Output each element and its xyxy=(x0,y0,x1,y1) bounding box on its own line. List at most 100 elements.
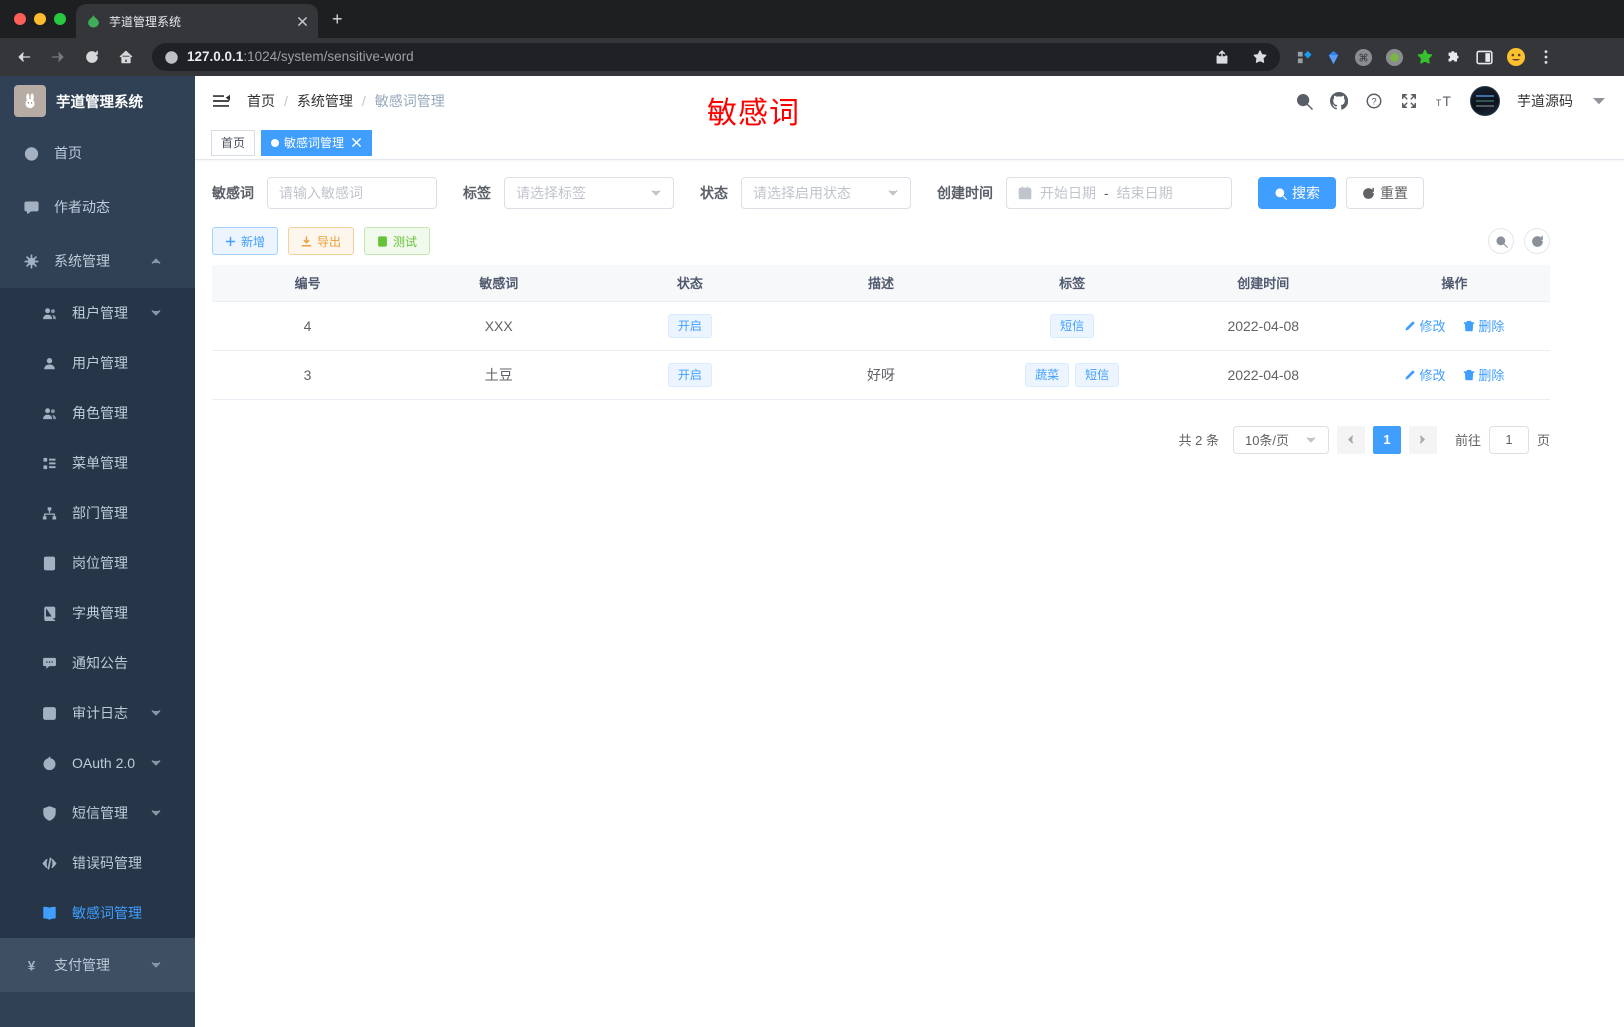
app-shell: 芋道管理系统 首页 作者动态 系统管理 租户管理 用户管理 角色管理 菜单管理 … xyxy=(0,76,1624,1027)
sidebar-item-role[interactable]: 角色管理 xyxy=(0,388,195,438)
sidebar-item-system[interactable]: 系统管理 xyxy=(0,234,195,288)
url-path: :1024/system/sensitive-word xyxy=(243,49,414,64)
reload-icon[interactable] xyxy=(78,43,106,71)
status-select[interactable]: 请选择启用状态 xyxy=(741,177,911,209)
edit-link[interactable]: 修改 xyxy=(1404,316,1445,335)
status-badge: 开启 xyxy=(667,362,712,387)
browser-tab[interactable]: 芋道管理系统 xyxy=(76,4,318,38)
tree-icon xyxy=(40,456,58,471)
delete-label: 删除 xyxy=(1478,368,1505,383)
svg-text:?: ? xyxy=(1371,97,1376,108)
sidebar-item-menu[interactable]: 菜单管理 xyxy=(0,438,195,488)
help-icon[interactable]: ? xyxy=(1365,92,1383,110)
fullscreen-icon[interactable] xyxy=(1400,92,1418,110)
sidebar-item-error-code[interactable]: 错误码管理 xyxy=(0,838,195,888)
window-controls[interactable] xyxy=(14,13,66,25)
caret-down-icon[interactable] xyxy=(1590,92,1608,110)
delete-link[interactable]: 删除 xyxy=(1463,316,1504,335)
sidebar-item-sms[interactable]: 短信管理 xyxy=(0,788,195,838)
keyword-input[interactable] xyxy=(279,185,425,201)
zoom-window-button[interactable] xyxy=(54,13,66,25)
cell-word: 土豆 xyxy=(403,350,595,400)
next-page-icon[interactable] xyxy=(1408,425,1437,454)
date-range-picker[interactable]: 开始日期 - 结束日期 xyxy=(1006,177,1232,209)
col-desc: 描述 xyxy=(785,265,977,302)
sidebar-item-sensitive-word[interactable]: 敏感词管理 xyxy=(0,888,195,938)
sidebar-item-dept[interactable]: 部门管理 xyxy=(0,488,195,538)
user-icon xyxy=(40,356,58,371)
extension-cmd-icon[interactable]: ⌘ xyxy=(1354,48,1373,67)
breadcrumb-home[interactable]: 首页 xyxy=(247,91,275,111)
export-button[interactable]: 导出 xyxy=(288,227,355,255)
minimize-window-button[interactable] xyxy=(34,13,46,25)
sidebar-item-label: 角色管理 xyxy=(72,405,128,421)
test-button-label: 测试 xyxy=(393,234,418,249)
cell-status: 开启 xyxy=(594,301,786,351)
goto-page-input[interactable] xyxy=(1489,432,1528,447)
tag-close-icon[interactable] xyxy=(351,137,362,148)
tab-close-icon[interactable] xyxy=(297,16,308,27)
dashboard-icon xyxy=(22,146,40,161)
extensions-puzzle-icon[interactable] xyxy=(1446,49,1463,66)
sidebar-item-home[interactable]: 首页 xyxy=(0,126,195,180)
sidebar-item-post[interactable]: 岗位管理 xyxy=(0,538,195,588)
tag-select[interactable]: 请选择标签 xyxy=(504,177,674,209)
extension-gem-icon[interactable] xyxy=(1325,49,1342,66)
home-icon[interactable] xyxy=(112,43,140,71)
reset-button[interactable]: 重置 xyxy=(1346,177,1424,209)
username[interactable]: 芋道源码 xyxy=(1517,91,1573,111)
extension-grid-icon[interactable] xyxy=(1296,49,1313,66)
breadcrumb-system[interactable]: 系统管理 xyxy=(297,91,353,111)
sidebar-item-payment[interactable]: ¥ 支付管理 xyxy=(0,938,195,992)
user-avatar[interactable] xyxy=(1470,86,1500,116)
tag-home[interactable]: 首页 xyxy=(211,129,256,156)
share-icon[interactable] xyxy=(1214,49,1230,65)
sidebar-item-audit-log[interactable]: 审计日志 xyxy=(0,688,195,738)
filter-keyword: 敏感词 xyxy=(212,177,437,209)
sidebar-item-label: 错误码管理 xyxy=(72,855,142,871)
robot-icon xyxy=(40,756,58,771)
forward-icon[interactable] xyxy=(44,43,72,71)
side-panel-icon[interactable] xyxy=(1475,48,1494,67)
back-icon[interactable] xyxy=(10,43,38,71)
new-tab-button[interactable]: + xyxy=(332,9,343,30)
close-window-button[interactable] xyxy=(14,13,26,25)
bookmark-star-icon[interactable] xyxy=(1252,49,1268,65)
site-info-icon[interactable] xyxy=(164,50,179,65)
col-tags: 标签 xyxy=(976,265,1168,302)
github-icon[interactable] xyxy=(1330,92,1348,110)
extension-dot-icon[interactable] xyxy=(1385,48,1404,67)
sidebar-item-oauth[interactable]: OAuth 2.0 xyxy=(0,738,195,788)
prev-page-icon[interactable] xyxy=(1336,425,1365,454)
sidebar-item-dict[interactable]: 字典管理 xyxy=(0,588,195,638)
gear-icon xyxy=(22,253,40,269)
page-size-value: 10条/页 xyxy=(1244,433,1290,448)
profile-avatar-icon[interactable] xyxy=(1506,47,1526,67)
browser-menu-icon[interactable] xyxy=(1538,49,1554,65)
font-size-icon[interactable]: TT xyxy=(1435,92,1453,110)
test-button[interactable]: 测试 xyxy=(364,227,431,255)
extension-star-icon[interactable] xyxy=(1416,48,1434,66)
download-icon xyxy=(301,235,312,247)
search-toggle-icon[interactable] xyxy=(1488,228,1514,254)
refresh-table-icon[interactable] xyxy=(1524,228,1550,254)
collapse-sidebar-icon[interactable] xyxy=(211,91,231,111)
search-button[interactable]: 搜索 xyxy=(1258,177,1336,209)
edit-link[interactable]: 修改 xyxy=(1404,365,1445,384)
address-bar[interactable]: 127.0.0.1:1024/system/sensitive-word xyxy=(152,43,1280,71)
page-number-button[interactable]: 1 xyxy=(1372,425,1401,454)
data-table: 编号 敏感词 状态 描述 标签 创建时间 操作 4 XXX 开启 短信 2022… xyxy=(212,265,1550,400)
delete-link[interactable]: 删除 xyxy=(1463,365,1504,384)
sidebar-item-notice[interactable]: 通知公告 xyxy=(0,638,195,688)
sidebar-item-label: 系统管理 xyxy=(54,253,110,269)
sidebar-logo[interactable]: 芋道管理系统 xyxy=(0,76,195,126)
sidebar-item-author-news[interactable]: 作者动态 xyxy=(0,180,195,234)
yen-icon: ¥ xyxy=(22,958,40,973)
tag-sensitive-word[interactable]: 敏感词管理 xyxy=(261,129,373,156)
search-icon[interactable] xyxy=(1295,92,1313,110)
add-button[interactable]: 新增 xyxy=(212,227,279,255)
page-size-select[interactable]: 10条/页 xyxy=(1232,425,1329,454)
sidebar-item-user[interactable]: 用户管理 xyxy=(0,338,195,388)
sidebar-item-tenant[interactable]: 租户管理 xyxy=(0,288,195,338)
cell-tags: 蔬菜 短信 xyxy=(976,350,1168,400)
